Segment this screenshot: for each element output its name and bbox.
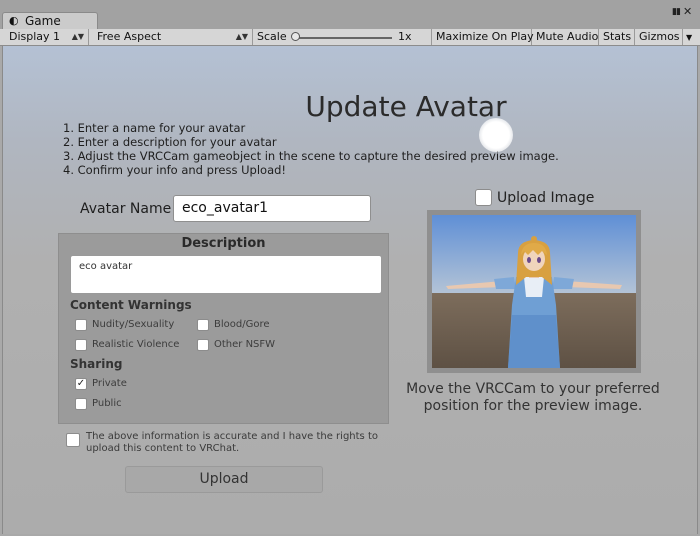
avatar-name-label: Avatar Name xyxy=(80,201,172,217)
window-menu-icon[interactable]: ▮▮ xyxy=(672,7,681,17)
tab-game-label: Game xyxy=(25,14,61,28)
chevron-updown-icon: ▲▼ xyxy=(71,32,84,41)
page-title: Update Avatar xyxy=(305,90,507,123)
display-dropdown-label: Display 1 xyxy=(9,30,61,43)
nudity-checkbox[interactable] xyxy=(75,319,87,331)
chevron-down-icon: ▼ xyxy=(686,33,693,42)
preview-caption-line: position for the preview image. xyxy=(423,398,643,414)
gizmos-toggle[interactable]: Gizmos xyxy=(635,29,683,45)
tab-bar xyxy=(0,0,700,30)
tab-game[interactable]: ◐ Game xyxy=(2,12,98,29)
unity-game-icon: ◐ xyxy=(9,14,19,27)
display-dropdown[interactable]: Display 1 ▲▼ xyxy=(5,29,89,45)
scale-value: 1x xyxy=(398,30,412,43)
realistic-violence-checkbox[interactable] xyxy=(75,339,87,351)
avatar-preview-image xyxy=(432,215,636,368)
instruction-item: 4. Confirm your info and press Upload! xyxy=(63,163,287,177)
stats-toggle[interactable]: Stats xyxy=(599,29,635,45)
description-title: Description xyxy=(181,236,266,251)
mute-audio-toggle[interactable]: Mute Audio xyxy=(532,29,599,45)
scale-slider-track[interactable] xyxy=(296,37,392,39)
content-warnings-heading: Content Warnings xyxy=(70,298,192,312)
public-checkbox[interactable] xyxy=(75,398,87,410)
game-toolbar: Display 1 ▲▼ Free Aspect ▲▼ Scale 1x Max… xyxy=(0,29,700,46)
accurate-info-line: The above information is accurate and I … xyxy=(86,431,378,442)
blood-gore-checkbox[interactable] xyxy=(197,319,209,331)
accurate-info-label: The above information is accurate and I … xyxy=(86,431,378,455)
nudity-label: Nudity/Sexuality xyxy=(92,319,175,330)
gizmos-dropdown[interactable]: ▼ xyxy=(683,29,697,45)
light-glare xyxy=(479,118,513,152)
other-nsfw-label: Other NSFW xyxy=(214,339,276,350)
upload-image-label: Upload Image xyxy=(497,190,595,206)
description-textarea[interactable]: eco avatar xyxy=(70,255,382,294)
sharing-heading: Sharing xyxy=(70,357,123,371)
private-label: Private xyxy=(92,378,127,389)
accurate-info-checkbox[interactable] xyxy=(66,433,80,447)
stats-label: Stats xyxy=(603,30,632,43)
preview-caption: Move the VRCCam to your preferred positi… xyxy=(400,381,666,415)
gizmos-label: Gizmos xyxy=(639,30,680,43)
avatar-preview-svg xyxy=(432,215,636,368)
private-checkbox[interactable]: ✓ xyxy=(75,378,87,390)
mute-audio-label: Mute Audio xyxy=(536,30,599,43)
maximize-on-play-toggle[interactable]: Maximize On Play xyxy=(432,29,534,45)
blood-gore-label: Blood/Gore xyxy=(214,319,270,330)
scale-slider-thumb[interactable] xyxy=(291,32,300,41)
other-nsfw-checkbox[interactable] xyxy=(197,339,209,351)
chevron-updown-icon: ▲▼ xyxy=(235,32,248,41)
public-label: Public xyxy=(92,398,122,409)
close-icon[interactable]: ✕ xyxy=(683,5,692,18)
accurate-info-line: upload this content to VRChat. xyxy=(86,443,240,454)
upload-button[interactable]: Upload xyxy=(125,466,323,493)
avatar-name-input[interactable]: eco_avatar1 xyxy=(173,195,371,222)
maximize-on-play-label: Maximize On Play xyxy=(436,30,534,43)
instruction-item: 3. Adjust the VRCCam gameobject in the s… xyxy=(63,149,559,163)
aspect-dropdown-label: Free Aspect xyxy=(97,30,162,43)
realistic-violence-label: Realistic Violence xyxy=(92,339,180,350)
upload-image-checkbox[interactable] xyxy=(475,189,492,206)
scale-label: Scale xyxy=(257,30,287,43)
aspect-dropdown[interactable]: Free Aspect ▲▼ xyxy=(93,29,253,45)
checkmark-icon: ✓ xyxy=(76,378,86,389)
preview-caption-line: Move the VRCCam to your preferred xyxy=(406,381,660,397)
